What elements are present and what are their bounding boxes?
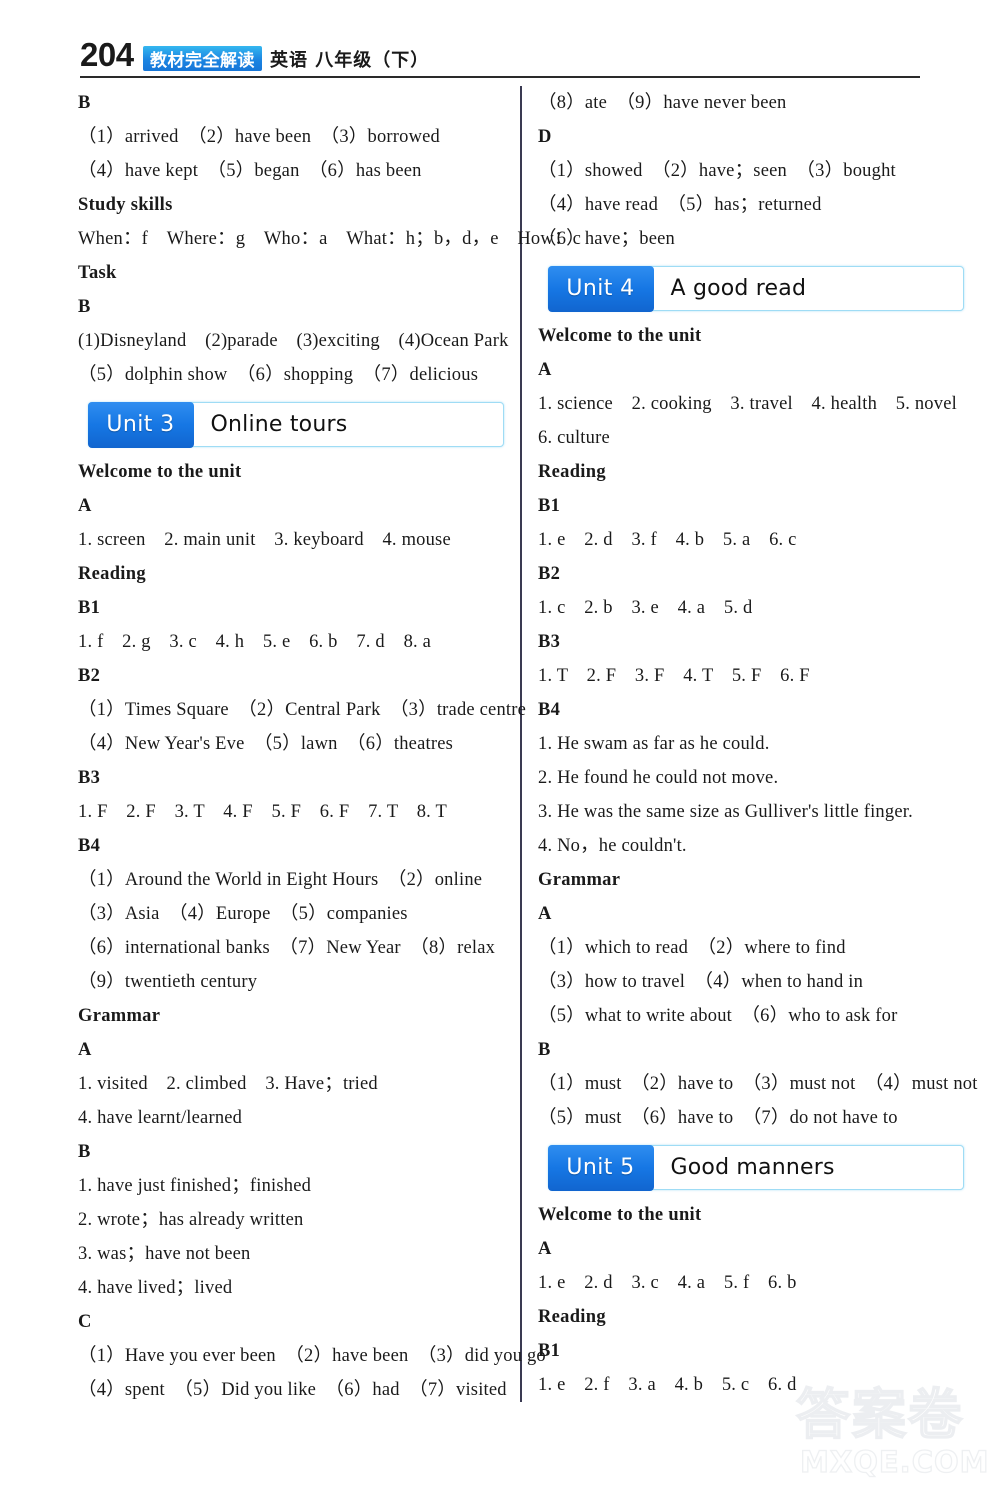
answer-line: （4）New Year's Eve （5）lawn （6）theatres	[78, 734, 454, 754]
section-heading: Welcome to the unit	[538, 326, 702, 346]
answer-line: （1）Have you ever been （2）have been （3）di…	[78, 1346, 546, 1366]
unit-banner: Unit 5 Good manners	[547, 1144, 964, 1191]
section-heading: Reading	[538, 1307, 606, 1327]
unit-title-label: Good manners	[670, 1155, 835, 1180]
answer-line: 1. c 2. b 3. e 4. a 5. d	[538, 598, 753, 618]
unit-chip-label: Unit 3	[87, 401, 194, 448]
section-heading: B	[78, 1142, 91, 1162]
answer-line: (1)Disneyland (2)parade (3)exciting (4)O…	[78, 331, 509, 351]
answer-line: 3. He was the same size as Gulliver's li…	[538, 802, 913, 822]
answer-line: 1. e 2. d 3. f 4. b 5. a 6. c	[538, 530, 797, 550]
section-heading: B1	[538, 1341, 561, 1361]
answer-line: 1. have just finished；finished	[78, 1176, 312, 1196]
answer-line: 4. have learnt/learned	[78, 1108, 243, 1128]
left-column: B （1）arrived （2）have been （3）borrowed （4）h…	[78, 86, 582, 1407]
answer-line: （1）Times Square （2）Central Park （3）trade…	[78, 700, 527, 720]
section-heading: B4	[78, 836, 101, 856]
answer-line: 1. e 2. f 3. a 4. b 5. c 6. d	[538, 1375, 797, 1395]
answer-line: 2. wrote；has already written	[78, 1210, 304, 1230]
section-heading: Grammar	[538, 870, 621, 890]
page-header: 204 教材完全解读 英语 八年级（下）	[0, 0, 1000, 78]
answer-line: 1. visited 2. climbed 3. Have；tried	[78, 1074, 378, 1094]
section-heading: D	[538, 127, 552, 147]
answer-line: （1）must （2）have to （3）must not （4）must n…	[538, 1074, 978, 1094]
answer-line: 1. F 2. F 3. T 4. F 5. F 6. F 7. T 8. T	[78, 802, 447, 822]
answer-line: （4）have read （5）has；returned	[538, 195, 822, 215]
section-heading: Reading	[78, 564, 146, 584]
answer-line: 6. culture	[538, 428, 610, 448]
answer-line: （4）have kept （5）began （6）has been	[78, 161, 422, 181]
answer-line: （5）must （6）have to （7）do not have to	[538, 1108, 898, 1128]
answer-line: （6）have；been	[538, 229, 675, 249]
answer-line: （1）showed （2）have；seen （3）bought	[538, 161, 896, 181]
section-heading: Welcome to the unit	[78, 462, 242, 482]
section-heading: B	[78, 297, 91, 317]
answer-line: 1. T 2. F 3. F 4. T 5. F 6. F	[538, 666, 810, 686]
answer-line: （8）ate （9）have never been	[538, 93, 787, 113]
answer-line: （9）twentieth century	[78, 972, 258, 992]
section-heading: B	[78, 93, 91, 113]
unit-chip-label: Unit 4	[547, 265, 654, 312]
section-heading: B3	[78, 768, 101, 788]
answer-line: （4）spent （5）Did you like （6）had （7）visit…	[78, 1380, 507, 1400]
section-heading: B2	[78, 666, 101, 686]
section-heading: B1	[538, 496, 561, 516]
brand-badge: 教材完全解读	[143, 46, 262, 71]
answer-line: 1. He swam as far as he could.	[538, 734, 770, 754]
answer-line: 3. was；have not been	[78, 1244, 251, 1264]
answer-line: （1）Around the World in Eight Hours （2）on…	[78, 870, 483, 890]
section-heading: A	[78, 1040, 92, 1060]
answer-line: （5）what to write about （6）who to ask for	[538, 1006, 898, 1026]
answer-line: 1. f 2. g 3. c 4. h 5. e 6. b 7. d 8. a	[78, 632, 432, 652]
unit-title-label: A good read	[670, 276, 807, 301]
right-column: （8）ate （9）have never been D （1）showed （2）h…	[538, 86, 978, 1402]
column-divider	[520, 86, 522, 1402]
section-heading: Grammar	[78, 1006, 161, 1026]
answer-line: When：f Where：g Who：a What：h；b，d，e How：c	[78, 229, 582, 249]
page-number: 204	[80, 36, 134, 73]
section-heading: B1	[78, 598, 101, 618]
answer-line: 1. screen 2. main unit 3. keyboard 4. mo…	[78, 530, 451, 550]
watermark-url-text: MXQE.COM	[799, 1445, 990, 1479]
section-heading: Welcome to the unit	[538, 1205, 702, 1225]
answer-line: （3）how to travel （4）when to hand in	[538, 972, 864, 992]
answer-line: （5）dolphin show （6）shopping （7）delicious	[78, 365, 479, 385]
answer-line: 2. He found he could not move.	[538, 768, 779, 788]
unit-chip-label: Unit 5	[547, 1144, 654, 1191]
section-heading: Task	[78, 263, 117, 283]
section-heading: Study skills	[78, 195, 173, 215]
section-heading: B3	[538, 632, 561, 652]
section-heading: A	[538, 360, 552, 380]
answer-line: 4. No，he couldn't.	[538, 836, 687, 856]
header-divider-rule	[80, 76, 920, 78]
unit-banner: Unit 4 A good read	[547, 265, 964, 312]
unit-title-label: Online tours	[210, 412, 348, 437]
section-heading: B4	[538, 700, 561, 720]
answer-line: （1）arrived （2）have been （3）borrowed	[78, 127, 440, 147]
answer-line: （6）international banks （7）New Year （8）re…	[78, 938, 496, 958]
answer-line: （3）Asia （4）Europe （5）companies	[78, 904, 408, 924]
unit-banner: Unit 3 Online tours	[87, 401, 504, 448]
answer-line: 1. science 2. cooking 3. travel 4. healt…	[538, 394, 957, 414]
answer-line: 4. have lived；lived	[78, 1278, 233, 1298]
section-heading: C	[78, 1312, 92, 1332]
answer-line: 1. e 2. d 3. c 4. a 5. f 6. b	[538, 1273, 797, 1293]
section-heading: A	[538, 1239, 552, 1259]
answer-line: （1）which to read （2）where to find	[538, 938, 846, 958]
section-heading: Reading	[538, 462, 606, 482]
header-subject: 英语 八年级（下）	[270, 49, 430, 71]
section-heading: B2	[538, 564, 561, 584]
section-heading: A	[78, 496, 92, 516]
section-heading: B	[538, 1040, 551, 1060]
section-heading: A	[538, 904, 552, 924]
